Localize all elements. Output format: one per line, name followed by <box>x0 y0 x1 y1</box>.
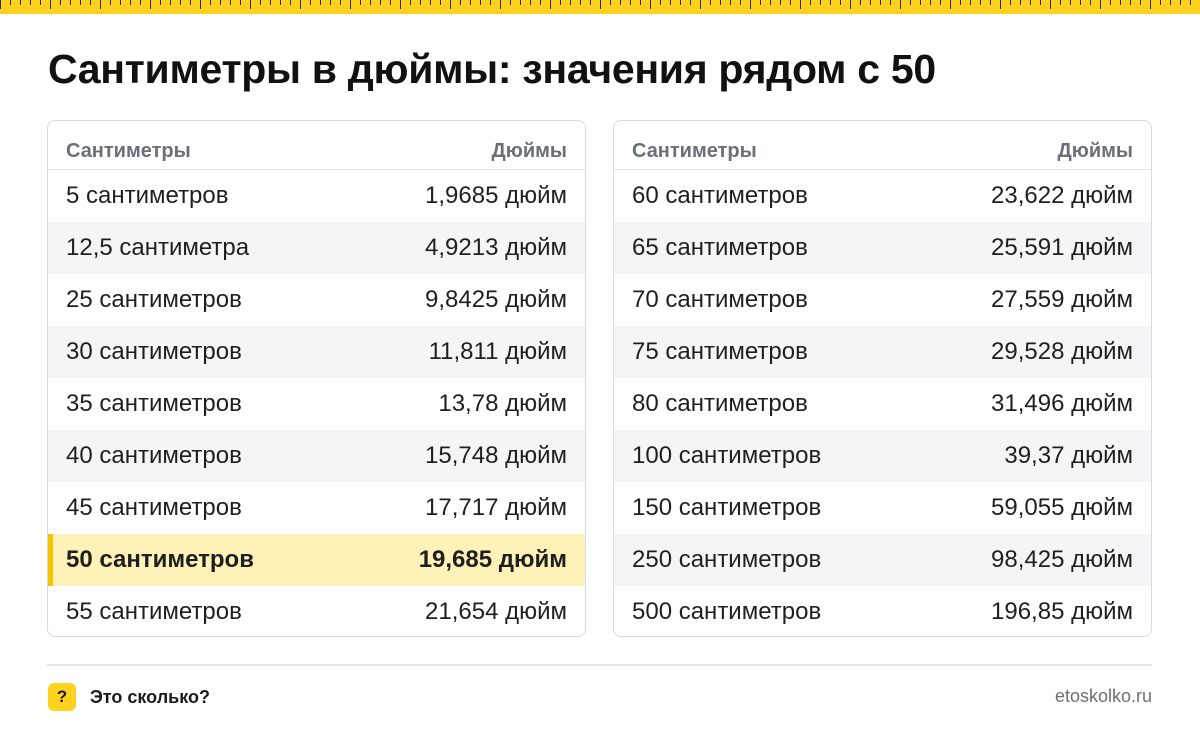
site-link[interactable]: etoskolko.ru <box>1055 686 1152 707</box>
table-row: 60 сантиметров 23,622 дюйм <box>614 170 1151 222</box>
cell-centimeters: 40 сантиметров <box>66 442 242 469</box>
cell-inches: 31,496 дюйм <box>991 390 1133 417</box>
cell-centimeters: 5 сантиметров <box>66 182 229 209</box>
cell-centimeters: 12,5 сантиметра <box>66 234 250 261</box>
table-row: 25 сантиметров 9,8425 дюйм <box>48 274 585 326</box>
cell-centimeters: 25 сантиметров <box>66 286 242 313</box>
cell-centimeters: 250 сантиметров <box>632 546 822 573</box>
cell-inches: 17,717 дюйм <box>425 494 567 521</box>
table-header: Сантиметры Дюймы <box>48 121 585 170</box>
cell-inches: 23,622 дюйм <box>991 182 1133 209</box>
table-row: 55 сантиметров 21,654 дюйм <box>48 586 585 636</box>
table-body: 5 сантиметров 1,9685 дюйм 12,5 сантиметра 4… <box>48 170 585 636</box>
cell-inches: 13,78 дюйм <box>438 390 567 417</box>
table-row-highlighted: 50 сантиметров 19,685 дюйм <box>48 534 585 586</box>
table-row: 40 сантиметров 15,748 дюйм <box>48 430 585 482</box>
cell-inches: 29,528 дюйм <box>991 338 1133 365</box>
cell-centimeters: 500 сантиметров <box>632 598 822 625</box>
table-header: Сантиметры Дюймы <box>614 121 1151 170</box>
cell-centimeters: 55 сантиметров <box>66 598 242 625</box>
question-icon: ? <box>48 683 76 711</box>
footer-divider <box>47 664 1152 666</box>
cell-inches: 98,425 дюйм <box>991 546 1133 573</box>
header-inches: Дюймы <box>1057 139 1134 162</box>
cell-centimeters: 30 сантиметров <box>66 338 242 365</box>
table-row: 100 сантиметров 39,37 дюйм <box>614 430 1151 482</box>
cell-inches: 19,685 дюйм <box>418 546 567 573</box>
table-row: 35 сантиметров 13,78 дюйм <box>48 378 585 430</box>
table-row: 80 сантиметров 31,496 дюйм <box>614 378 1151 430</box>
cell-centimeters: 100 сантиметров <box>632 442 822 469</box>
cell-inches: 4,9213 дюйм <box>425 234 567 261</box>
cell-centimeters: 35 сантиметров <box>66 390 242 417</box>
cell-inches: 1,9685 дюйм <box>425 182 567 209</box>
table-row: 500 сантиметров 196,85 дюйм <box>614 586 1151 636</box>
cell-centimeters: 50 сантиметров <box>66 546 254 573</box>
cell-inches: 27,559 дюйм <box>991 286 1133 313</box>
table-body: 60 сантиметров 23,622 дюйм 65 сантиметров 2… <box>614 170 1151 636</box>
table-row: 12,5 сантиметра 4,9213 дюйм <box>48 222 585 274</box>
table-row: 250 сантиметров 98,425 дюйм <box>614 534 1151 586</box>
page-title: Сантиметры в дюймы: значения рядом с 50 <box>48 46 936 92</box>
table-row: 75 сантиметров 29,528 дюйм <box>614 326 1151 378</box>
cell-inches: 21,654 дюйм <box>425 598 567 625</box>
cell-inches: 9,8425 дюйм <box>425 286 567 313</box>
cell-centimeters: 45 сантиметров <box>66 494 242 521</box>
cell-inches: 25,591 дюйм <box>991 234 1133 261</box>
table-row: 70 сантиметров 27,559 дюйм <box>614 274 1151 326</box>
cell-centimeters: 70 сантиметров <box>632 286 808 313</box>
header-inches: Дюймы <box>491 139 568 162</box>
cell-centimeters: 60 сантиметров <box>632 182 808 209</box>
table-row: 65 сантиметров 25,591 дюйм <box>614 222 1151 274</box>
table-row: 150 сантиметров 59,055 дюйм <box>614 482 1151 534</box>
header-centimeters: Сантиметры <box>632 139 757 162</box>
cell-inches: 59,055 дюйм <box>991 494 1133 521</box>
header-centimeters: Сантиметры <box>66 139 191 162</box>
cell-centimeters: 75 сантиметров <box>632 338 808 365</box>
table-row: 45 сантиметров 17,717 дюйм <box>48 482 585 534</box>
conversion-table-right: Сантиметры Дюймы 60 сантиметров 23,622 дю… <box>613 120 1152 637</box>
cell-centimeters: 150 сантиметров <box>632 494 822 521</box>
cell-centimeters: 80 сантиметров <box>632 390 808 417</box>
brand-name: Это сколько? <box>90 686 210 707</box>
footer-brand[interactable]: ? Это сколько? <box>48 683 210 711</box>
table-row: 30 сантиметров 11,811 дюйм <box>48 326 585 378</box>
conversion-table-left: Сантиметры Дюймы 5 сантиметров 1,9685 дюй… <box>47 120 586 637</box>
ruler-decoration <box>0 0 1200 14</box>
cell-inches: 196,85 дюйм <box>991 598 1133 625</box>
cell-inches: 15,748 дюйм <box>425 442 567 469</box>
cell-centimeters: 65 сантиметров <box>632 234 808 261</box>
cell-inches: 11,811 дюйм <box>428 338 567 365</box>
table-row: 5 сантиметров 1,9685 дюйм <box>48 170 585 222</box>
cell-inches: 39,37 дюйм <box>1004 442 1133 469</box>
